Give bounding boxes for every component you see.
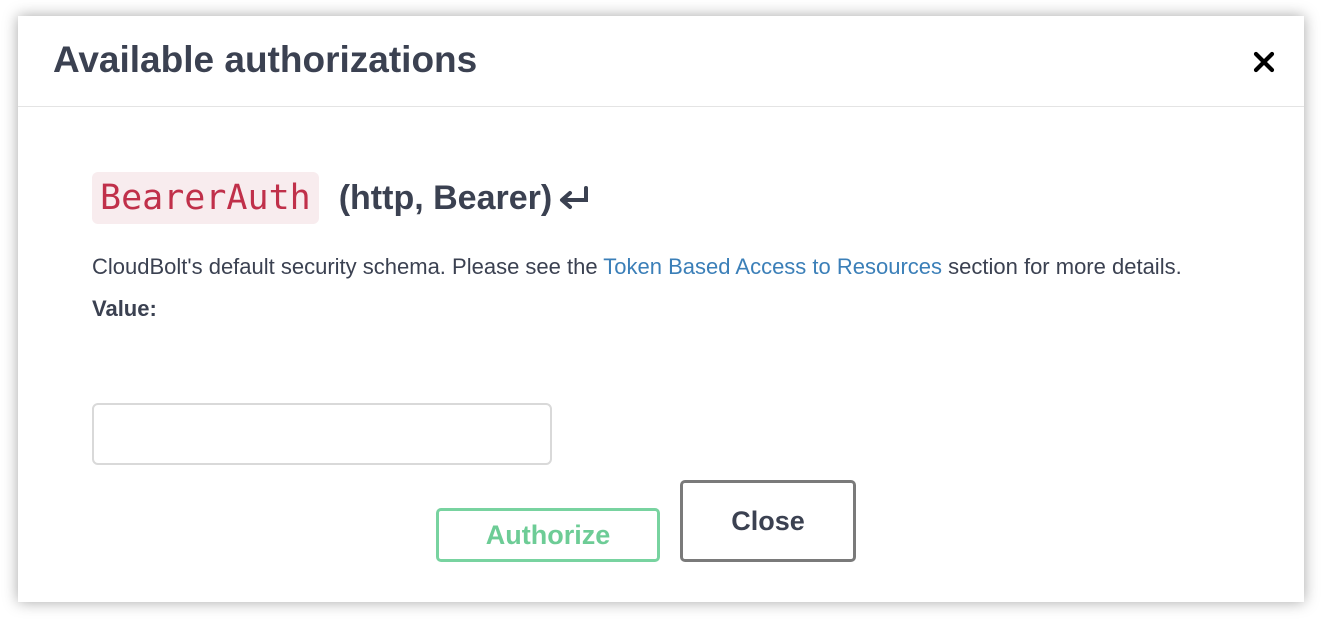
value-input[interactable] bbox=[92, 403, 552, 465]
page-backdrop: Available authorizations BearerAuth (htt… bbox=[0, 0, 1322, 620]
description-text-prefix: CloudBolt's default security schema. Ple… bbox=[92, 254, 604, 279]
dialog-close-button[interactable] bbox=[1248, 46, 1280, 78]
dialog-header: Available authorizations bbox=[18, 16, 1304, 107]
scheme-type: (http, Bearer) bbox=[338, 179, 553, 217]
scheme-heading: BearerAuth (http, Bearer) bbox=[92, 171, 1252, 225]
authorizations-dialog: Available authorizations BearerAuth (htt… bbox=[18, 16, 1304, 602]
close-button[interactable]: Close bbox=[680, 480, 856, 562]
auth-scheme-section: BearerAuth (http, Bearer) CloudBolt's de… bbox=[92, 171, 1252, 465]
dialog-title: Available authorizations bbox=[53, 39, 478, 80]
authorize-button[interactable]: Authorize bbox=[436, 508, 660, 562]
close-icon bbox=[1253, 51, 1275, 73]
value-label: Value: bbox=[92, 296, 157, 321]
description-text-suffix: section for more details. bbox=[942, 254, 1182, 279]
scheme-description: CloudBolt's default security schema. Ple… bbox=[92, 249, 1232, 285]
scheme-name: BearerAuth bbox=[92, 172, 319, 224]
enter-return-icon bbox=[560, 186, 589, 209]
token-access-link[interactable]: Token Based Access to Resources bbox=[603, 254, 942, 279]
